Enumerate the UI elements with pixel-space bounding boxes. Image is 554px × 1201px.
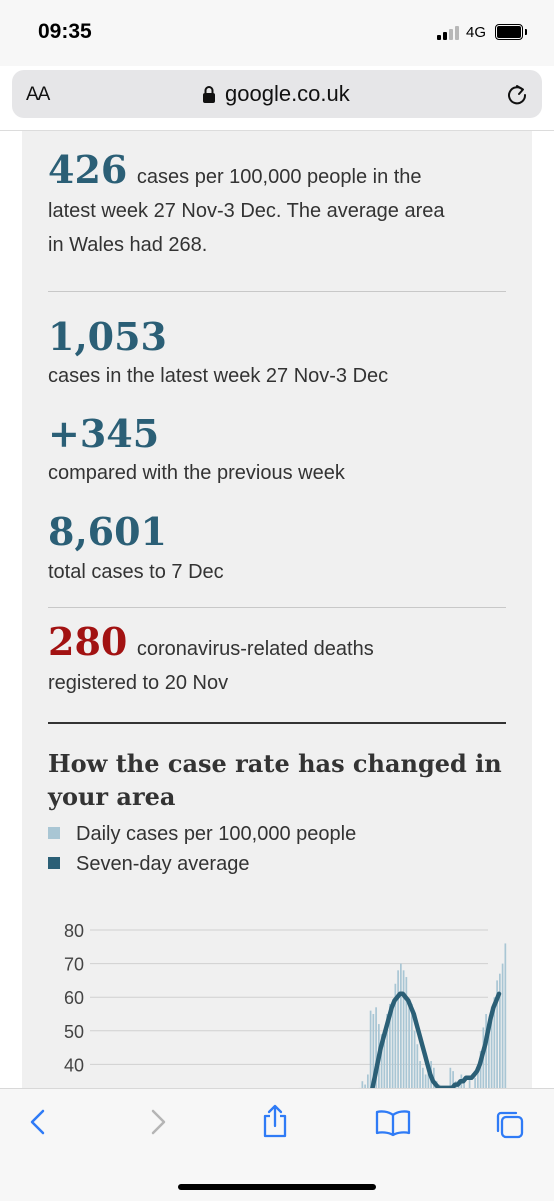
daily-bar bbox=[400, 964, 402, 1088]
section-divider bbox=[48, 722, 506, 724]
daily-swatch-icon bbox=[48, 827, 60, 839]
daily-bar bbox=[367, 1074, 369, 1088]
daily-bar bbox=[422, 1068, 424, 1088]
back-icon[interactable] bbox=[26, 1107, 50, 1137]
deaths-stat: 280 coronavirus-related deaths registere… bbox=[48, 625, 374, 700]
divider bbox=[48, 291, 506, 292]
section-heading: How the case rate has changed in your ar… bbox=[48, 747, 508, 813]
y-tick-label: 60 bbox=[64, 988, 84, 1008]
status-time: 09:35 bbox=[38, 20, 92, 44]
daily-bar bbox=[450, 1068, 452, 1088]
divider bbox=[48, 607, 506, 608]
daily-bar bbox=[505, 943, 507, 1088]
home-indicator bbox=[178, 1184, 376, 1190]
daily-bar bbox=[370, 1011, 372, 1088]
y-tick-label: 80 bbox=[64, 921, 84, 941]
daily-bar bbox=[403, 970, 405, 1088]
y-tick-label: 50 bbox=[64, 1022, 84, 1042]
text-size-button[interactable]: AA bbox=[26, 84, 49, 106]
legend-label-daily: Daily cases per 100,000 people bbox=[76, 823, 356, 845]
y-tick-label: 40 bbox=[64, 1055, 84, 1075]
total-text: total cases to 7 Dec bbox=[48, 555, 224, 589]
average-swatch-icon bbox=[48, 857, 60, 869]
cases-text: cases in the latest week 27 Nov-3 Dec bbox=[48, 359, 388, 393]
forward-icon[interactable] bbox=[146, 1107, 170, 1137]
change-text: compared with the previous week bbox=[48, 456, 345, 490]
legend-item-average: Seven-day average bbox=[48, 853, 249, 876]
daily-bar bbox=[474, 1078, 476, 1088]
signal-icon bbox=[437, 26, 459, 40]
daily-bar bbox=[397, 970, 399, 1088]
rate-text-3: in Wales had 268. bbox=[48, 234, 207, 256]
daily-bar bbox=[392, 1007, 394, 1088]
rate-stat: 426 cases per 100,000 people in the late… bbox=[48, 153, 445, 262]
reload-icon[interactable] bbox=[506, 82, 528, 106]
share-icon[interactable] bbox=[260, 1103, 290, 1139]
deaths-value: 280 bbox=[48, 619, 127, 664]
deaths-text-2: registered to 20 Nov bbox=[48, 672, 228, 694]
address-bar[interactable]: AA google.co.uk bbox=[12, 70, 542, 118]
daily-bar bbox=[502, 964, 504, 1088]
battery-icon bbox=[495, 24, 526, 40]
daily-bar bbox=[417, 1044, 419, 1088]
total-value: 8,601 bbox=[48, 510, 167, 554]
daily-bar bbox=[414, 1031, 416, 1088]
network-type: 4G bbox=[466, 24, 486, 41]
url-domain[interactable]: google.co.uk bbox=[225, 81, 350, 107]
daily-bar bbox=[419, 1061, 421, 1088]
daily-bar bbox=[362, 1081, 364, 1088]
deaths-text-1: coronavirus-related deaths bbox=[137, 638, 374, 660]
rate-text-2: latest week 27 Nov-3 Dec. The average ar… bbox=[48, 200, 445, 222]
daily-bar bbox=[499, 974, 501, 1088]
y-tick-label: 70 bbox=[64, 955, 84, 975]
bookmarks-icon[interactable] bbox=[375, 1109, 411, 1137]
case-rate-chart: 40 50 60 70 80 bbox=[22, 910, 532, 1088]
daily-bar bbox=[425, 1074, 427, 1088]
rate-text-1: cases per 100,000 people in the bbox=[137, 166, 422, 188]
legend-label-average: Seven-day average bbox=[76, 853, 249, 875]
lock-icon bbox=[202, 85, 216, 103]
daily-bar bbox=[406, 977, 408, 1088]
rate-value: 426 bbox=[48, 147, 127, 192]
change-value: +345 bbox=[48, 412, 159, 456]
status-bar: 09:35 4G bbox=[0, 0, 554, 66]
cases-value: 1,053 bbox=[48, 315, 167, 359]
tabs-icon[interactable] bbox=[494, 1109, 526, 1141]
legend-item-daily: Daily cases per 100,000 people bbox=[48, 823, 356, 846]
daily-bar bbox=[408, 1001, 410, 1088]
daily-bar bbox=[384, 1041, 386, 1088]
